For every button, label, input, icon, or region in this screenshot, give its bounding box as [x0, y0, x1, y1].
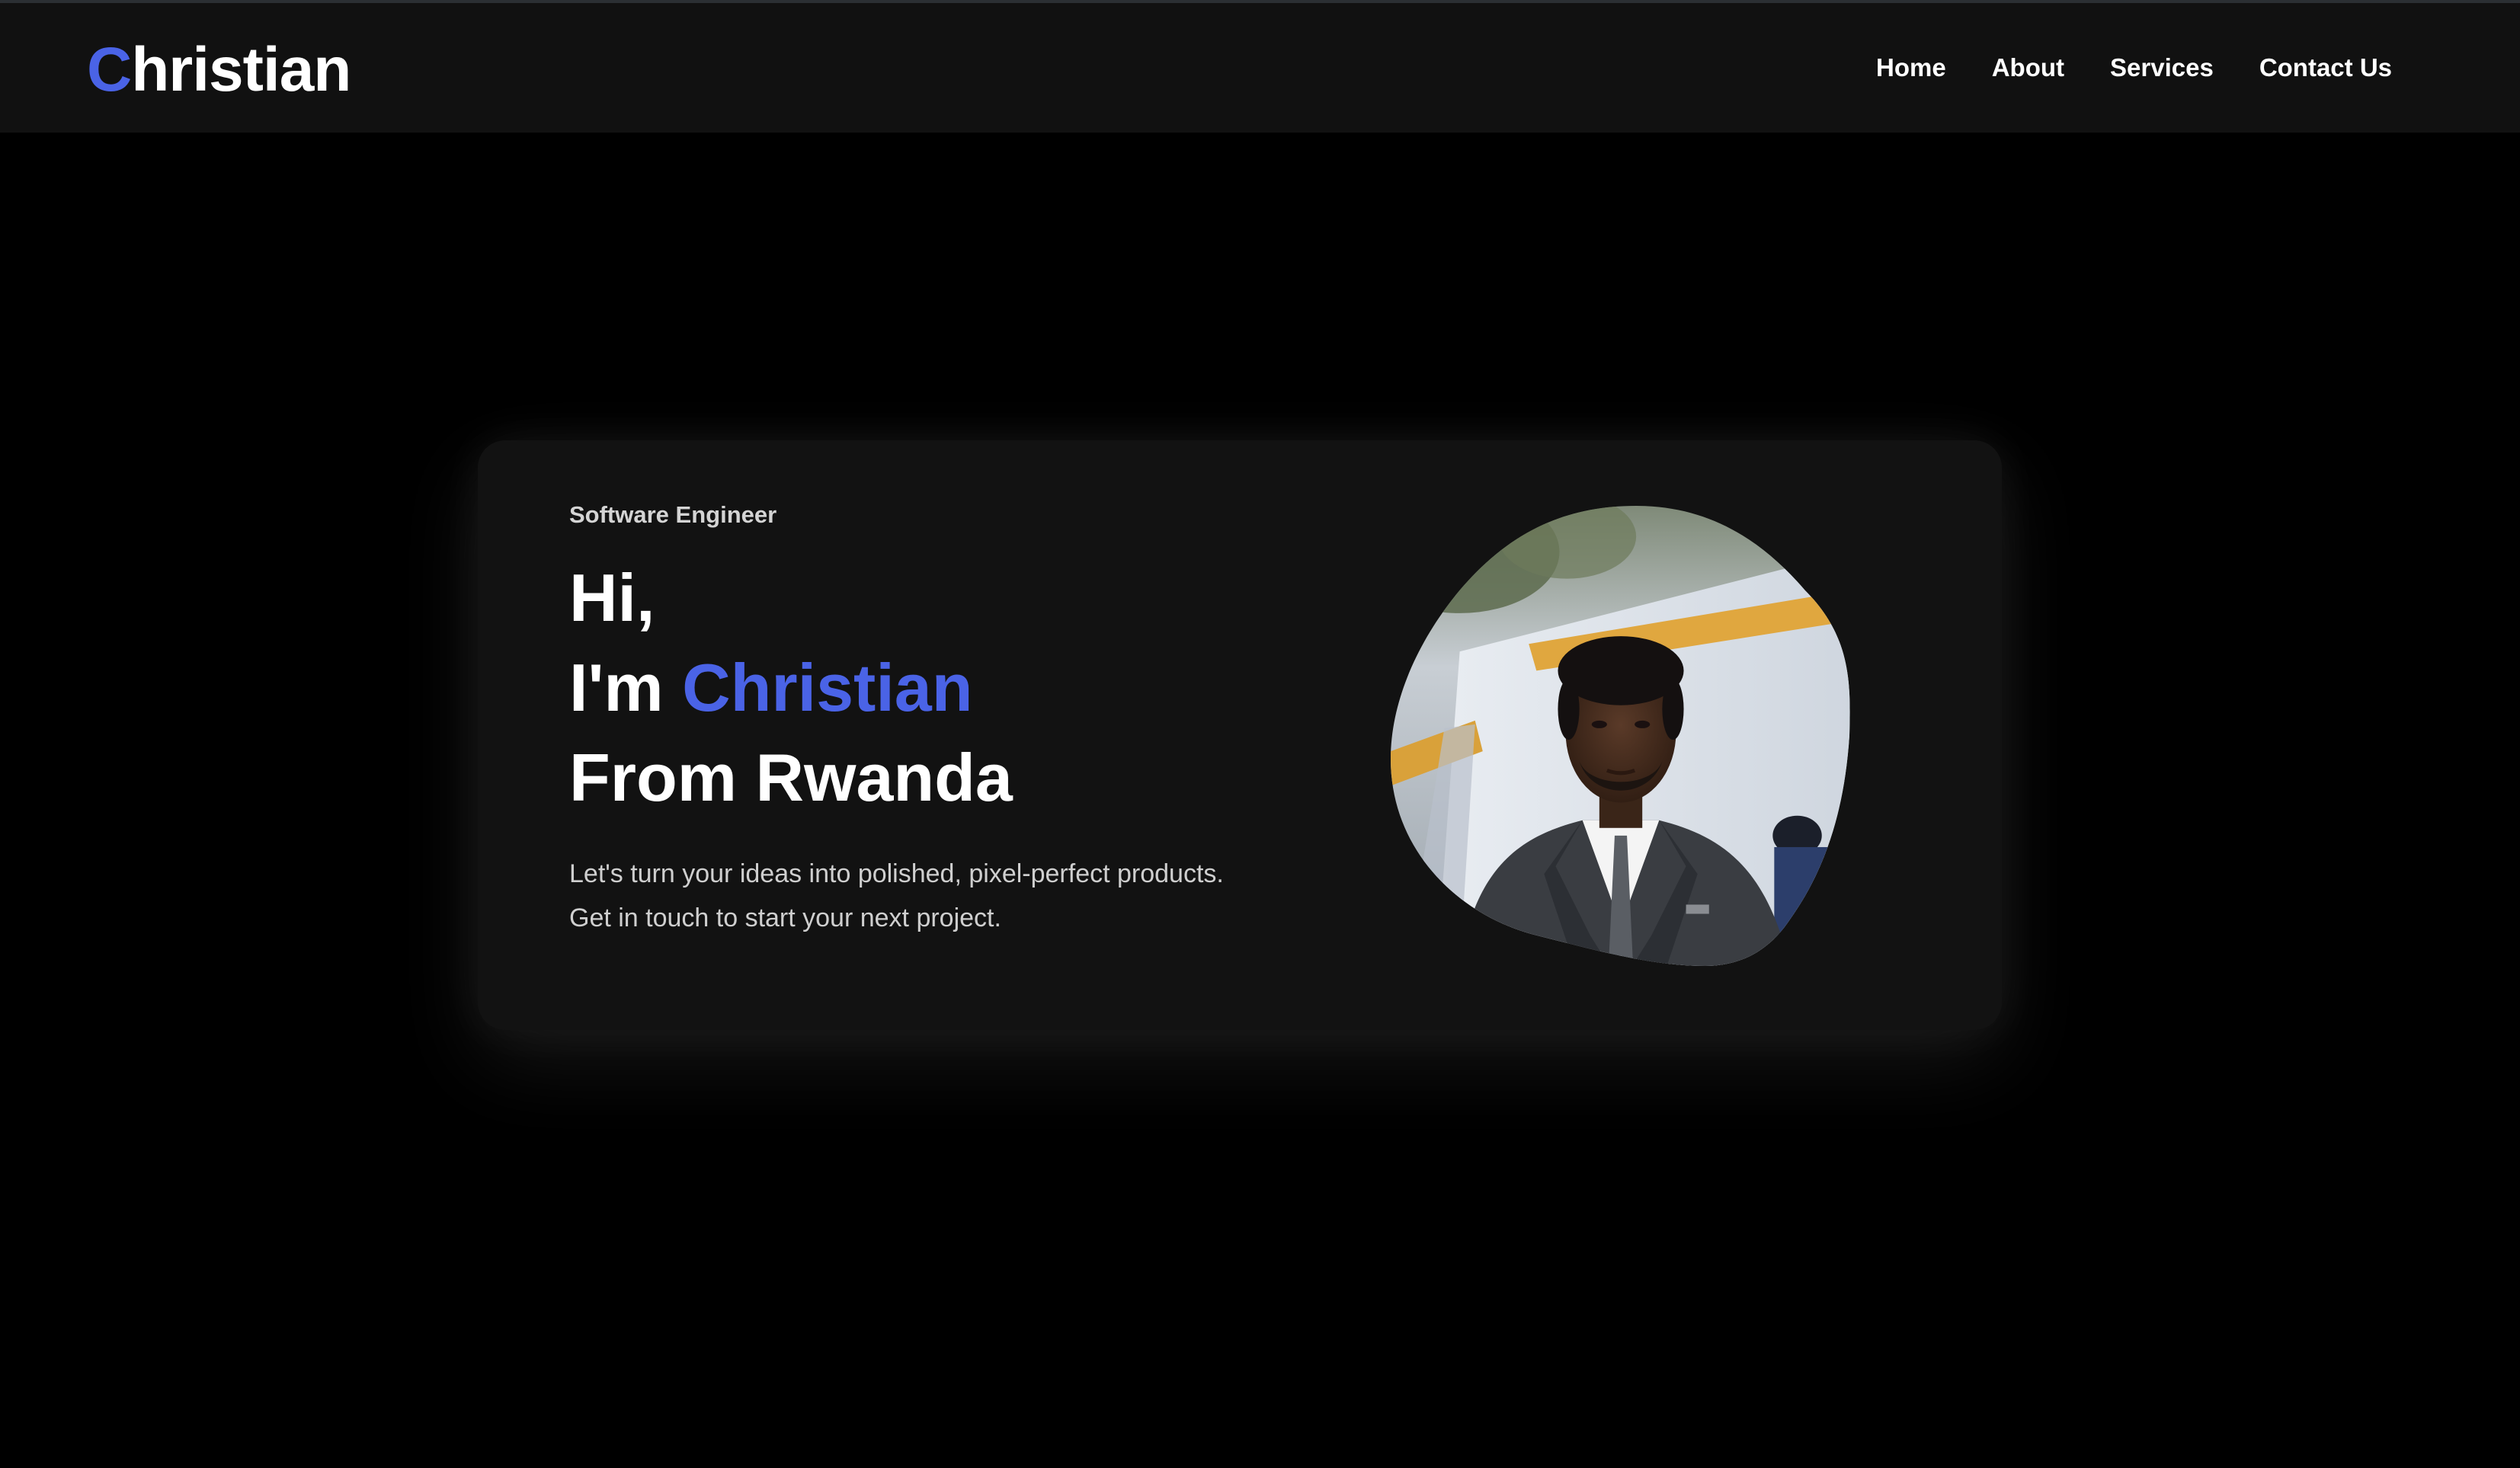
logo-initial: C: [87, 35, 132, 104]
main-nav: Home About Services Contact Us: [1876, 3, 2392, 133]
logo[interactable]: Christian: [87, 32, 351, 108]
hero-intro-line: I'm Christian: [569, 643, 1013, 733]
hero-intro-prefix: I'm: [569, 650, 683, 725]
hero-name: Christian: [682, 650, 973, 725]
nav-contact-us[interactable]: Contact Us: [2259, 53, 2392, 82]
hero-description-line-2: Get in touch to start your next project.: [569, 904, 1001, 932]
nav-services[interactable]: Services: [2110, 53, 2214, 82]
navbar: Christian Home About Services Contact Us: [0, 3, 2520, 133]
nav-home[interactable]: Home: [1876, 53, 1946, 82]
hero-headline: Hi, I'm Christian From Rwanda: [569, 553, 1013, 823]
hero-origin: From Rwanda: [569, 740, 1013, 815]
hero-description: Let's turn your ideas into polished, pix…: [569, 852, 1224, 940]
hero-description-line-1: Let's turn your ideas into polished, pix…: [569, 859, 1224, 888]
logo-text: hristian: [131, 35, 351, 104]
hero-card: Software Engineer Hi, I'm Christian From…: [478, 440, 2002, 1030]
nav-about[interactable]: About: [1992, 53, 2064, 82]
hero-role: Software Engineer: [569, 501, 777, 528]
hero-greeting: Hi,: [569, 560, 655, 635]
profile-photo: [1391, 506, 1850, 966]
